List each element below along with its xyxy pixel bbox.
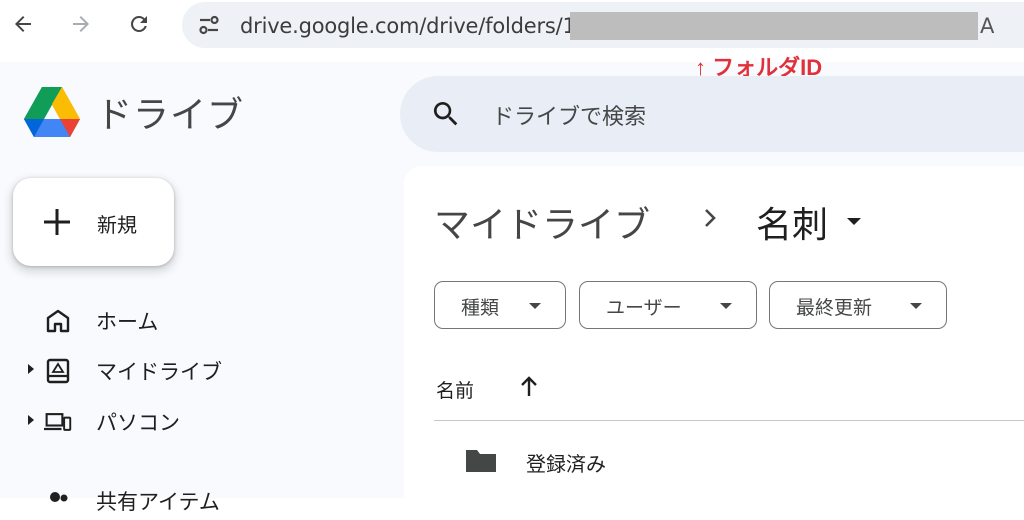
breadcrumb-root[interactable]: マイドライブ [434, 196, 650, 248]
shared-icon [50, 492, 68, 502]
expand-caret-icon[interactable] [28, 364, 34, 374]
search-input[interactable]: ドライブで検索 [492, 99, 646, 131]
folder-icon [466, 450, 496, 472]
url-text[interactable]: drive.google.com/drive/folders/1 [240, 14, 576, 38]
main-content: マイドライブ 名刺 種類 ユーザー 最終更新 名前 登録済み [404, 166, 1024, 498]
reload-icon [131, 16, 147, 32]
sidebar-item-label: ホーム [96, 310, 159, 334]
filter-chip-label: 種類 [461, 297, 500, 319]
sidebar-item-computers[interactable]: パソコン [0, 401, 380, 441]
filter-chip-modified[interactable]: 最終更新 [769, 281, 947, 329]
plus-icon [44, 209, 70, 235]
reload-button[interactable] [122, 7, 156, 41]
drive-logo[interactable] [22, 85, 82, 139]
search-icon[interactable] [430, 98, 462, 130]
url-redaction [570, 12, 978, 40]
my-drive-icon [46, 358, 70, 384]
filter-chip-label: ユーザー [606, 297, 682, 319]
breadcrumb-current[interactable]: 名刺 [756, 196, 828, 248]
home-icon [46, 309, 70, 333]
chevron-right-icon [705, 209, 716, 227]
chevron-down-icon [910, 303, 922, 309]
chevron-down-icon [529, 303, 541, 309]
google-drive-logo-icon [24, 87, 80, 137]
sort-ascending-arrow-icon[interactable] [518, 374, 540, 400]
list-item[interactable]: 登録済み [434, 436, 1024, 486]
browser-toolbar: drive.google.com/drive/folders/1 A [0, 0, 1024, 50]
address-bar[interactable]: drive.google.com/drive/folders/1 A [182, 2, 1024, 48]
forward-button[interactable] [64, 7, 98, 41]
app-title: ドライブ [96, 95, 245, 136]
new-button[interactable]: 新規 [13, 178, 174, 266]
filter-chip-people[interactable]: ユーザー [579, 281, 757, 329]
site-settings-icon [199, 15, 219, 35]
column-header-name[interactable]: 名前 [436, 376, 474, 403]
folder-menu-caret-icon[interactable] [847, 218, 861, 225]
search-box[interactable]: ドライブで検索 [400, 76, 1024, 152]
computers-icon [44, 413, 72, 431]
expand-caret-icon[interactable] [28, 415, 34, 425]
list-item-name: 登録済み [526, 452, 606, 476]
site-info-button[interactable] [192, 8, 226, 42]
sidebar-item-home[interactable]: ホーム [0, 300, 380, 340]
sidebar-item-my-drive[interactable]: マイドライブ [0, 350, 380, 390]
filter-chip-type[interactable]: 種類 [434, 281, 566, 329]
url-tail-text[interactable]: A [980, 14, 994, 38]
header-divider [434, 420, 1024, 421]
new-button-label: 新規 [97, 213, 137, 237]
chevron-down-icon [720, 303, 732, 309]
sidebar-item-label: 共有アイテム [96, 490, 220, 514]
forward-arrow-icon [73, 16, 89, 32]
back-arrow-icon [15, 16, 31, 32]
sidebar-item-label: マイドライブ [96, 360, 222, 384]
back-button[interactable] [6, 7, 40, 41]
sidebar-item-label: パソコン [96, 411, 180, 435]
sidebar-item-shared[interactable]: 共有アイテム [0, 480, 380, 520]
filter-chip-label: 最終更新 [796, 297, 873, 319]
